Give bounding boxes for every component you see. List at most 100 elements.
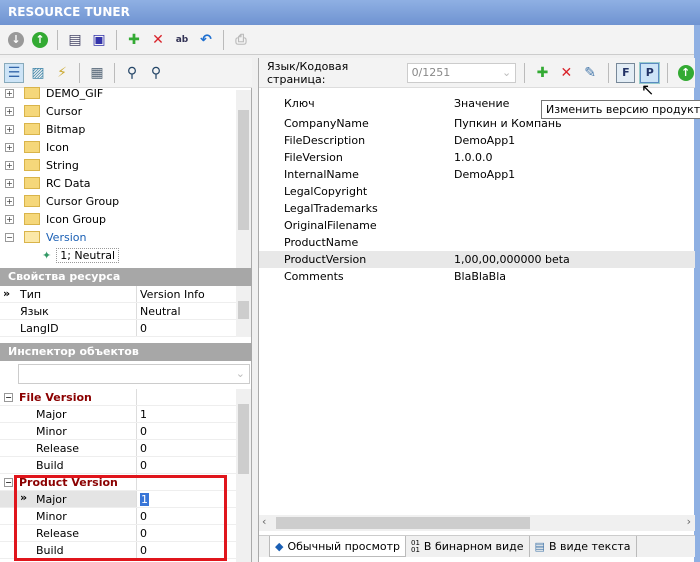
filter-list-button[interactable]: ▦ <box>87 63 107 83</box>
table-row[interactable]: Comments BlaBlaBla <box>259 268 695 285</box>
scroll-left-icon[interactable]: ‹ <box>262 515 266 528</box>
file-version-button[interactable]: F <box>616 62 636 83</box>
separator <box>114 62 115 83</box>
field-value[interactable]: 0 <box>137 457 236 473</box>
download-button[interactable]: ↓ <box>6 30 26 50</box>
row-value: 1,00,00,000000 beta <box>454 253 570 266</box>
row-value: DemoApp1 <box>454 134 516 147</box>
app-title: RESOURCE TUNER <box>8 5 130 19</box>
undo-button[interactable]: ↶ <box>196 30 216 50</box>
mouse-cursor-icon: ↖ <box>641 80 655 99</box>
add-button[interactable]: ✚ <box>124 30 144 50</box>
separator <box>667 62 669 83</box>
save-button[interactable]: ▣ <box>89 30 109 50</box>
inspector-scrollbar[interactable] <box>236 389 251 562</box>
tree-item-label: Icon Group <box>46 212 106 226</box>
scroll-thumb[interactable] <box>238 301 249 319</box>
horizontal-scrollbar[interactable]: ‹ › <box>259 515 695 531</box>
field-value[interactable]: 1 <box>137 406 236 422</box>
preview-button[interactable]: ▨ <box>28 63 48 83</box>
tree-item[interactable]: + Bitmap <box>0 120 85 138</box>
collapse-icon[interactable]: − <box>5 232 14 242</box>
tree-item[interactable]: + Icon <box>0 138 69 156</box>
save-as-button[interactable]: ▤ <box>65 30 85 50</box>
scroll-right-icon[interactable]: › <box>687 515 691 528</box>
tree-item[interactable]: + Icon Group <box>0 210 106 228</box>
go-up-button[interactable]: ↑ <box>676 63 695 83</box>
table-row[interactable]: FileVersion 1.0.0.0 <box>259 149 695 166</box>
rename-button[interactable]: ab <box>172 30 192 50</box>
expand-icon[interactable]: + <box>5 106 14 116</box>
inspector-row[interactable]: Release 0 <box>0 440 236 457</box>
prop-value[interactable]: 0 <box>137 320 236 336</box>
expand-icon[interactable]: + <box>5 142 14 152</box>
delete-button[interactable]: ✕ <box>148 30 168 50</box>
find-next-button[interactable]: ⚲ <box>146 63 166 83</box>
binoculars-icon: ⚲ <box>126 64 138 81</box>
field-value[interactable]: 0 <box>137 423 236 439</box>
tab-binary-view[interactable]: 01 01 В бинарном виде <box>406 536 530 557</box>
inspector-row[interactable]: Major 1 <box>0 406 236 423</box>
tab-text-view[interactable]: ▤ В виде текста <box>530 536 637 557</box>
folder-icon <box>24 105 40 117</box>
upload-button[interactable]: ↑ <box>30 30 50 50</box>
tree-item-label: Bitmap <box>46 122 86 136</box>
tree-view-button[interactable]: ☰ <box>4 62 24 83</box>
tree-item[interactable]: + Cursor Group <box>0 192 119 210</box>
tree-item[interactable]: + RC Data <box>0 174 91 192</box>
table-row[interactable]: ProductName <box>259 234 695 251</box>
expand-icon[interactable]: + <box>5 124 14 134</box>
table-row[interactable]: OriginalFilename <box>259 217 695 234</box>
prop-row[interactable]: Тип Version Info <box>0 286 236 303</box>
collapse-icon[interactable]: − <box>4 477 13 487</box>
add-key-button[interactable]: ✚ <box>533 63 552 83</box>
scroll-thumb[interactable] <box>238 110 249 230</box>
expand-icon[interactable]: + <box>5 178 14 188</box>
prop-value[interactable]: Neutral <box>137 303 236 319</box>
tree-item[interactable]: + DEMO_GIF <box>0 84 103 102</box>
undo-icon: ↶ <box>200 31 212 48</box>
edit-key-button[interactable]: ✎ <box>581 63 600 83</box>
scroll-thumb[interactable] <box>276 517 530 529</box>
tree-item[interactable]: + String <box>0 156 79 174</box>
field-value[interactable]: 0 <box>137 440 236 456</box>
table-row[interactable]: LegalTrademarks <box>259 200 695 217</box>
filter-button[interactable]: ⚡ <box>52 63 72 83</box>
version-toolbar: Язык/Кодовая страница: 0/1251 ⌄ ✚ ✕ ✎ F P… <box>259 58 695 88</box>
chevron-down-icon[interactable]: ⌄ <box>236 367 245 380</box>
props-scrollbar[interactable] <box>236 286 251 337</box>
lang-combo[interactable]: 0/1251 ⌄ <box>406 62 517 83</box>
expand-icon[interactable]: + <box>5 160 14 170</box>
f-icon: F <box>622 66 630 79</box>
expand-icon[interactable]: + <box>5 196 14 206</box>
tree-item-version[interactable]: − Version <box>0 228 86 246</box>
tree-item-label: RC Data <box>46 176 91 190</box>
row-key: CompanyName <box>284 117 369 130</box>
prop-value[interactable]: Version Info <box>137 286 236 302</box>
inspector-row[interactable]: Minor 0 <box>0 423 236 440</box>
row-key: InternalName <box>284 168 359 181</box>
separator <box>116 29 117 50</box>
tab-normal-view[interactable]: ◆ Обычный просмотр <box>269 536 406 557</box>
tree-scrollbar[interactable] <box>236 90 251 268</box>
delete-key-button[interactable]: ✕ <box>557 63 576 83</box>
expand-icon[interactable]: + <box>5 88 14 98</box>
prop-row[interactable]: LangID 0 <box>0 320 236 337</box>
table-row[interactable]: LegalCopyright <box>259 183 695 200</box>
scroll-thumb[interactable] <box>238 404 249 474</box>
collapse-icon[interactable]: − <box>4 392 13 402</box>
table-row-selected[interactable]: ProductVersion 1,00,00,000000 beta <box>259 251 695 268</box>
field-key: Major <box>0 406 137 422</box>
tree-item[interactable]: + Cursor <box>0 102 82 120</box>
table-row[interactable]: InternalName DemoApp1 <box>259 166 695 183</box>
inspector-row[interactable]: Build 0 <box>0 457 236 474</box>
prop-row[interactable]: Язык Neutral <box>0 303 236 320</box>
print-button[interactable]: ⎙ <box>231 30 251 50</box>
inspector-combo[interactable]: ⌄ <box>18 364 250 384</box>
expand-icon[interactable]: + <box>5 214 14 224</box>
table-row[interactable]: FileDescription DemoApp1 <box>259 132 695 149</box>
column-header-key[interactable]: Ключ <box>259 97 449 110</box>
tree-item-neutral[interactable]: ✦ 1; Neutral <box>42 246 120 264</box>
group-row[interactable]: − File Version <box>0 389 236 406</box>
find-button[interactable]: ⚲ <box>122 63 142 83</box>
